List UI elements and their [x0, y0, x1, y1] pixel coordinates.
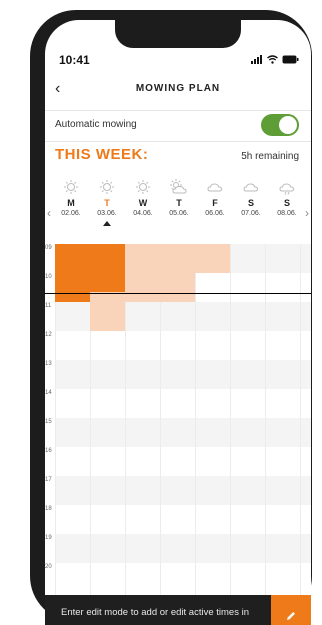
weather-slot	[197, 176, 233, 198]
hour-band	[55, 360, 311, 389]
day-divider	[265, 244, 266, 596]
day-column-header[interactable]: S 08.06.	[269, 176, 305, 219]
day-column-header[interactable]: T 05.06.	[161, 176, 197, 219]
day-column-header[interactable]: T 03.06.	[89, 176, 125, 226]
hour-band	[55, 563, 311, 592]
day-date: 03.06.	[97, 210, 117, 217]
day-date: 07.06.	[241, 210, 261, 217]
day-letter: S	[247, 198, 254, 208]
day-column-header[interactable]: F 06.06.	[197, 176, 233, 219]
pencil-icon	[287, 612, 295, 620]
toggle-knob	[279, 116, 297, 134]
day-date: 05.06.	[169, 210, 189, 217]
hour-row: 11	[45, 302, 311, 331]
hour-label: 20	[45, 564, 52, 570]
day-column-header[interactable]: W 04.06.	[125, 176, 161, 219]
edit-hint-bar: Enter edit mode to add or edit active ti…	[45, 595, 311, 625]
hour-label: 12	[45, 332, 52, 338]
day-date: 06.06.	[205, 210, 225, 217]
hour-row: 15	[45, 418, 311, 447]
edit-button[interactable]	[271, 595, 311, 625]
weather-slot	[269, 176, 305, 198]
hour-band	[55, 331, 311, 360]
day-date: 02.06.	[61, 210, 81, 217]
hour-label: 10	[45, 274, 52, 280]
hour-label: 09	[45, 245, 52, 251]
cloud-icon	[243, 183, 259, 192]
schedule-grid[interactable]: 09 10 11 12 13 14 15 16 17 18 19 20	[45, 244, 311, 596]
hour-label: 19	[45, 535, 52, 541]
day-column-header[interactable]: M 02.06.	[53, 176, 89, 219]
active-mowing-block[interactable]	[90, 244, 125, 292]
day-letter: W	[138, 198, 148, 208]
weather-slot	[233, 176, 269, 198]
day-column-header[interactable]: S 07.06.	[233, 176, 269, 219]
day-letter: M	[67, 198, 75, 208]
hour-band	[55, 476, 311, 505]
day-letter: T	[176, 198, 182, 208]
weather-slot	[89, 176, 125, 198]
day-divider	[195, 244, 196, 596]
status-icons	[251, 55, 299, 64]
hour-label: 18	[45, 506, 52, 512]
status-time: 10:41	[59, 53, 90, 67]
hour-band	[55, 534, 311, 563]
hour-label: 11	[45, 303, 52, 309]
day-letter: T	[104, 198, 110, 208]
hour-label: 17	[45, 477, 52, 483]
today-marker	[103, 221, 111, 226]
day-letter: S	[283, 198, 290, 208]
hour-row: 16	[45, 447, 311, 476]
signal-icon	[251, 55, 262, 64]
day-letter: F	[212, 198, 218, 208]
battery-icon	[282, 55, 299, 64]
partly-cloudy-icon	[170, 179, 187, 194]
remaining-time: 5h remaining	[241, 151, 299, 162]
day-divider	[230, 244, 231, 596]
hour-row: 14	[45, 389, 311, 418]
sun-icon	[136, 180, 150, 194]
day-date: 08.06.	[277, 210, 297, 217]
hour-row: 12	[45, 331, 311, 360]
cloud-icon	[207, 183, 223, 192]
next-week-button[interactable]: ›	[305, 206, 309, 220]
weather-slot	[125, 176, 161, 198]
edit-hint-text: Enter edit mode to add or edit active ti…	[61, 607, 249, 625]
sun-icon	[100, 180, 114, 194]
hour-label: 15	[45, 419, 52, 425]
day-header: M 02.06. T 03.06. W 04.06. T 05.06. F 06.06. S 07.0…	[53, 176, 305, 226]
weather-slot	[53, 176, 89, 198]
hour-band	[55, 418, 311, 447]
hour-label: 13	[45, 361, 52, 367]
day-divider	[300, 244, 301, 596]
prev-week-button[interactable]: ‹	[47, 206, 51, 220]
chevron-left-icon: ‹	[47, 206, 51, 220]
hour-band	[55, 389, 311, 418]
week-title: THIS WEEK:	[55, 146, 149, 163]
chevron-right-icon: ›	[305, 206, 309, 220]
hour-band	[55, 447, 311, 476]
rain-cloud-icon	[279, 183, 295, 195]
current-time-line	[45, 292, 311, 294]
notch	[115, 20, 241, 48]
weather-slot	[161, 176, 197, 198]
planned-mowing-block[interactable]	[195, 244, 230, 273]
page-title: MOWING PLAN	[135, 83, 221, 94]
app-screen: 10:41 ‹ MOWING PLAN Automatic mowing THI…	[45, 20, 311, 625]
hour-row: 20	[45, 563, 311, 592]
planned-mowing-block[interactable]	[90, 291, 125, 331]
hour-row: 17	[45, 476, 311, 505]
automatic-mowing-row: Automatic mowing	[45, 110, 311, 142]
sun-icon	[64, 180, 78, 194]
hour-row: 18	[45, 505, 311, 534]
hour-label: 14	[45, 390, 52, 396]
hour-band	[55, 505, 311, 534]
automatic-mowing-toggle[interactable]	[261, 114, 299, 136]
hour-label: 16	[45, 448, 52, 454]
day-date: 04.06.	[133, 210, 153, 217]
wifi-icon	[267, 55, 278, 64]
automatic-mowing-label: Automatic mowing	[55, 119, 137, 130]
hour-row: 19	[45, 534, 311, 563]
hour-row: 13	[45, 360, 311, 389]
